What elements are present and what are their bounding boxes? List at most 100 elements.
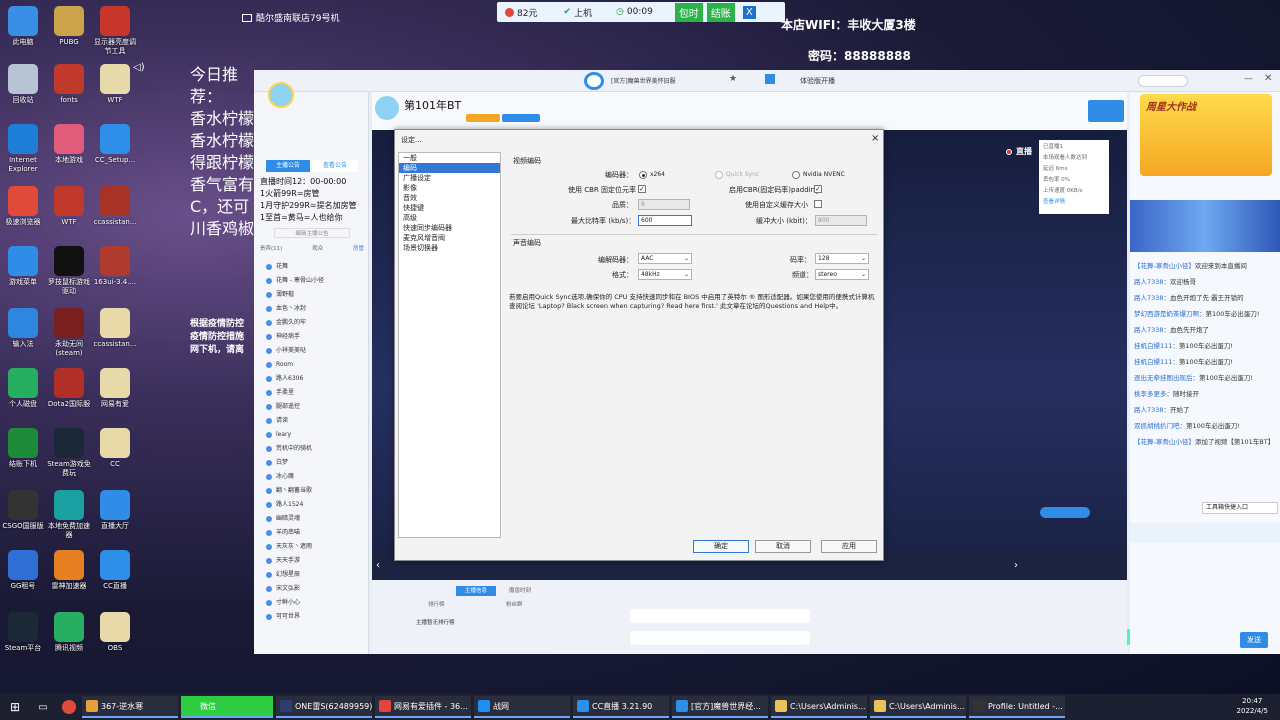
user-list-item[interactable]: 幽暗灵魂 — [254, 512, 369, 526]
user-list-item[interactable]: 金鹏久的牢 — [254, 316, 369, 330]
desktop-icon[interactable]: OBS — [92, 612, 138, 653]
star-icon[interactable]: ★ — [729, 74, 737, 84]
desktop-icon[interactable]: WTF — [46, 186, 92, 227]
desktop-icon[interactable]: CC — [92, 428, 138, 469]
chat-user[interactable]: 梦幻西游是奶茶爆刀啊： — [1134, 310, 1206, 318]
fans-label[interactable]: 粉丝群 — [506, 600, 523, 608]
category-item[interactable]: 快速同步编码器 — [399, 223, 500, 233]
user-list-item[interactable]: 寸鲜小心 — [254, 596, 369, 610]
chat-user[interactable]: 挂机白嫖111： — [1134, 358, 1179, 366]
desktop-icon[interactable]: Steam平台 — [0, 612, 46, 653]
close-icon[interactable]: ✕ — [1264, 73, 1272, 84]
edit-notice-button[interactable]: 编辑主播公告 — [274, 228, 350, 238]
fan-banner[interactable] — [1130, 200, 1280, 252]
category-item[interactable]: 高级 — [399, 213, 500, 223]
tab-admin[interactable]: 房管 — [353, 244, 364, 252]
desktop-icon[interactable]: PUBG — [46, 6, 92, 47]
taskbar-item[interactable]: 网易有爱插件 - 36... — [375, 696, 471, 718]
chat-user[interactable]: 路人7338： — [1134, 326, 1170, 334]
chat-user[interactable]: 路人7338： — [1134, 294, 1170, 302]
user-list-item[interactable]: 花舞 - 寒骨山小径 — [254, 274, 369, 288]
taskbar-item[interactable]: 微信 — [181, 696, 273, 718]
desktop-icon[interactable]: Steam游戏免费玩 — [46, 428, 92, 478]
category-item[interactable]: 快捷键 — [399, 203, 500, 213]
channel-select[interactable]: stereo ⌄ — [815, 269, 869, 280]
user-list-item[interactable]: 宋文弘影 — [254, 582, 369, 596]
taskbar-item[interactable]: CC直播 3.21.90 — [573, 696, 669, 718]
task-view-icon[interactable]: ▭ — [30, 702, 56, 713]
user-list-item[interactable]: 荒机中的骑机 — [254, 442, 369, 456]
desktop-icon[interactable]: 回收站 — [0, 64, 46, 105]
desktop-icon[interactable]: 腾讯视频 — [46, 612, 92, 653]
taskbar-item[interactable]: C:\Users\Adminis... — [771, 696, 867, 718]
taskbar-item[interactable]: C:\Users\Adminis... — [870, 696, 966, 718]
user-list-item[interactable]: 腿部遥控 — [254, 400, 369, 414]
event-banner[interactable]: 周星大作战 — [1140, 94, 1272, 176]
user-list-item[interactable]: 冰心魔 — [254, 470, 369, 484]
desktop-icon[interactable]: 永劫无间(steam) — [46, 308, 92, 358]
gift-prev-icon[interactable]: ‹ — [376, 560, 380, 571]
category-item[interactable]: 影像 — [399, 183, 500, 193]
screen-icon[interactable] — [765, 74, 775, 84]
chat-user[interactable]: 桃李多更多： — [1134, 390, 1173, 398]
tab-streamer-info[interactable]: 主播信息 — [456, 586, 496, 596]
user-list-item[interactable]: 翻丶翻蓄当歌 — [254, 484, 369, 498]
desktop-icon[interactable]: Internet Explorer — [0, 124, 46, 174]
cc-tab-title[interactable]: [官方]魔兽世界美怀旧服 — [611, 76, 676, 85]
rank-label[interactable]: 排行榜 — [428, 600, 445, 608]
chat-user[interactable]: 逐出无牵挂图出现后： — [1134, 374, 1199, 382]
user-list-item[interactable]: 幻想星辰 — [254, 568, 369, 582]
category-item[interactable]: 音效 — [399, 193, 500, 203]
desktop-icon[interactable]: 极速浏览器 — [0, 186, 46, 227]
tab-wow-moments[interactable]: 魔兽时刻 — [500, 586, 540, 596]
desktop-icon[interactable]: 雷神加速器 — [46, 550, 92, 591]
share-button[interactable] — [1088, 100, 1124, 122]
tab-view-notice[interactable]: 查看公告 — [312, 160, 358, 172]
desktop-icon[interactable]: 本地游戏 — [46, 124, 92, 165]
category-item[interactable]: 一般 — [399, 153, 500, 163]
checkout-button[interactable]: 结账 — [706, 2, 735, 22]
desktop-icon[interactable]: CSGO国服版 — [0, 490, 46, 531]
chat-user[interactable]: 【花舞-寒骨山小径】 — [1134, 438, 1195, 446]
send-button[interactable]: 发送 — [1240, 632, 1268, 648]
activity-card-2[interactable] — [630, 631, 810, 645]
tab-vip[interactable]: 贵宾(11) — [260, 244, 282, 252]
user-list-item[interactable]: 血色丶冰封 — [254, 302, 369, 316]
close-bar-button[interactable]: X — [742, 5, 756, 19]
taskbar-item[interactable]: ONE雷S(62489959) — [276, 696, 372, 718]
max-bitrate-input[interactable]: 600 — [638, 215, 692, 226]
tab-audience[interactable]: 观众 — [312, 244, 323, 252]
desktop-icon[interactable]: Dota2国际服 — [46, 368, 92, 409]
tab-announcement[interactable]: 主播公告 — [266, 160, 310, 172]
encoder-nvenc-radio[interactable] — [792, 171, 800, 179]
desktop-icon[interactable]: 本地免费加速器 — [46, 490, 92, 540]
desktop-icon[interactable]: fonts — [46, 64, 92, 105]
desktop-icon[interactable]: WTF — [92, 64, 138, 105]
mode-label[interactable]: 体验版开播 — [800, 76, 835, 86]
taskbar-item[interactable]: [官方]魔兽世界经... — [672, 696, 768, 718]
browser-pinned-icon[interactable] — [62, 700, 76, 714]
package-button[interactable]: 包时 — [674, 2, 703, 22]
user-list-item[interactable]: Room — [254, 358, 369, 372]
desktop-icon[interactable]: 游戏菜单 — [0, 246, 46, 287]
user-list-item[interactable]: 可可世界 — [254, 610, 369, 624]
cancel-button[interactable]: 取消 — [755, 540, 811, 553]
user-list-item[interactable]: leary — [254, 428, 369, 442]
minimize-icon[interactable]: — — [1244, 74, 1253, 84]
streamer-avatar[interactable] — [268, 82, 294, 108]
search-input[interactable] — [1138, 75, 1188, 87]
category-item[interactable]: 麦克风增音阀 — [399, 233, 500, 243]
speaker-icon[interactable]: ◁) — [133, 62, 145, 73]
chat-user[interactable]: 路人7338： — [1134, 278, 1170, 286]
codec-select[interactable]: AAC ⌄ — [638, 253, 692, 264]
ok-button[interactable]: 确定 — [693, 540, 749, 553]
room-avatar[interactable] — [375, 96, 399, 120]
chat-user[interactable]: 双抓胡桃扒门吧： — [1134, 422, 1186, 430]
stats-detail-link[interactable]: 查看详情 — [1043, 197, 1105, 208]
chat-input[interactable] — [1130, 548, 1280, 638]
dialog-close-button[interactable]: × — [871, 133, 879, 144]
user-list-item[interactable]: 羊肉串喵 — [254, 526, 369, 540]
user-list-item[interactable]: 薄野楷 — [254, 288, 369, 302]
desktop-icon[interactable]: 此电脑 — [0, 6, 46, 47]
encoder-x264-radio[interactable] — [639, 171, 647, 179]
